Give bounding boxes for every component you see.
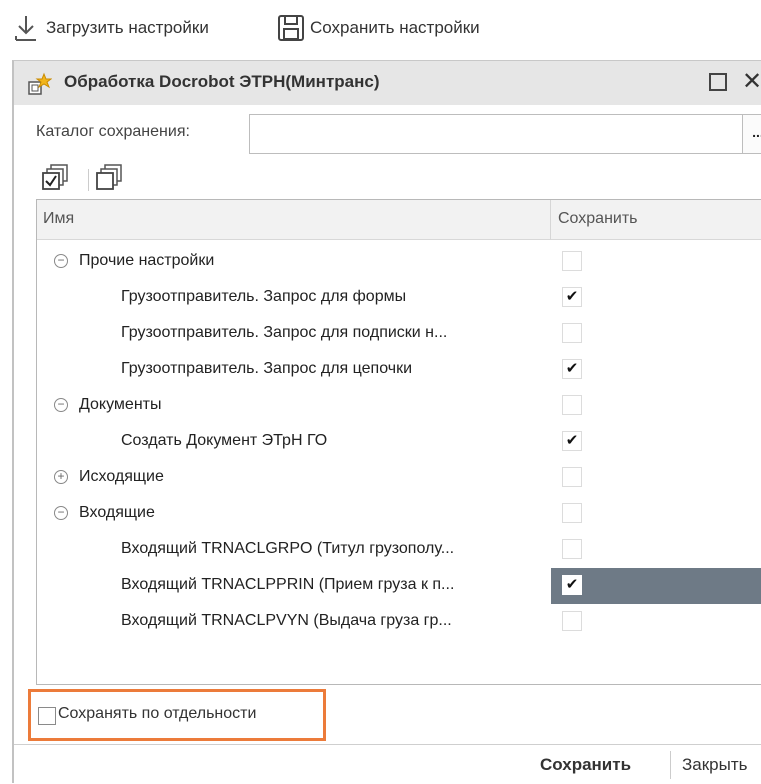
row-label: Грузоотправитель. Запрос для подписки н.…: [121, 324, 448, 341]
table-row[interactable]: Грузоотправитель. Запрос для цепочки ✔: [37, 352, 761, 388]
window-footer: Сохранить Закрыть: [14, 744, 761, 784]
catalog-select-button[interactable]: ...: [742, 114, 761, 154]
save-separately-highlight: Сохранять по отдельности: [28, 689, 326, 741]
save-settings-button[interactable]: Сохранить настройки: [276, 14, 480, 42]
uncheck-all-icon[interactable]: [96, 163, 126, 198]
save-checkbox[interactable]: ✔: [562, 575, 582, 595]
collapse-icon[interactable]: −: [54, 254, 68, 268]
row-label: Создать Документ ЭТрН ГО: [121, 432, 328, 449]
save-settings-label: Сохранить настройки: [310, 18, 480, 37]
save-checkbox[interactable]: [562, 503, 582, 523]
floppy-disk-icon: [278, 15, 304, 41]
maximize-button[interactable]: [709, 73, 727, 91]
window-title: Обработка Docrobot ЭТРН(Минтранс): [64, 72, 380, 91]
settings-tree-table[interactable]: Имя Сохранить − Прочие настройки Грузоотпр…: [36, 199, 761, 685]
selected-cell: [551, 568, 761, 604]
table-row[interactable]: − Документы: [37, 388, 761, 424]
expand-icon[interactable]: +: [54, 470, 68, 484]
processing-window: Обработка Docrobot ЭТРН(Минтранс) ✕ Ката…: [12, 60, 761, 784]
collapse-icon[interactable]: −: [54, 506, 68, 520]
toolbar-divider: [88, 169, 89, 191]
save-checkbox[interactable]: [562, 251, 582, 271]
close-window-icon[interactable]: ✕: [742, 67, 761, 96]
row-label: Грузоотправитель. Запрос для цепочки: [121, 360, 413, 377]
download-icon: [15, 16, 36, 41]
save-button[interactable]: Сохранить: [540, 755, 631, 775]
table-row[interactable]: Входящий TRNACLGRPO (Титул грузополу...: [37, 532, 761, 568]
column-divider: [550, 200, 551, 240]
row-label: Прочие настройки: [79, 252, 215, 269]
table-row[interactable]: Входящий TRNACLPPRIN (Прием груза к п...…: [37, 568, 761, 604]
table-row[interactable]: Грузоотправитель. Запрос для подписки н.…: [37, 316, 761, 352]
command-bar: Загрузить настройки Сохранить настройки: [0, 0, 761, 52]
table-header: Имя Сохранить: [37, 200, 761, 240]
row-label: Входящий TRNACLPVYN (Выдача груза гр...: [121, 612, 452, 629]
row-label: Входящий TRNACLPPRIN (Прием груза к п...: [121, 576, 455, 593]
row-label: Исходящие: [79, 468, 164, 485]
save-checkbox[interactable]: [562, 395, 582, 415]
save-separately-label[interactable]: Сохранять по отдельности: [58, 705, 256, 723]
load-settings-button[interactable]: Загрузить настройки: [14, 14, 209, 42]
row-label: Входящие: [79, 504, 155, 521]
save-separately-checkbox[interactable]: [38, 707, 56, 725]
table-row[interactable]: Входящий TRNACLPVYN (Выдача груза гр...: [37, 604, 761, 640]
row-label: Документы: [79, 396, 162, 413]
table-row[interactable]: + Исходящие: [37, 460, 761, 496]
save-checkbox[interactable]: ✔: [562, 287, 582, 307]
collapse-icon[interactable]: −: [54, 398, 68, 412]
footer-divider: [670, 751, 671, 779]
load-settings-label: Загрузить настройки: [46, 18, 209, 37]
table-row[interactable]: − Входящие: [37, 496, 761, 532]
column-save-header[interactable]: Сохранить: [558, 210, 638, 228]
column-name-header[interactable]: Имя: [43, 210, 74, 228]
check-all-icon[interactable]: [42, 163, 72, 198]
save-checkbox[interactable]: [562, 611, 582, 631]
table-row[interactable]: − Прочие настройки: [37, 244, 761, 280]
catalog-input[interactable]: [249, 114, 743, 154]
save-checkbox[interactable]: ✔: [562, 431, 582, 451]
row-label: Грузоотправитель. Запрос для формы: [121, 288, 407, 305]
save-checkbox[interactable]: ✔: [562, 359, 582, 379]
save-checkbox[interactable]: [562, 467, 582, 487]
catalog-label: Каталог сохранения:: [36, 123, 190, 140]
save-checkbox[interactable]: [562, 539, 582, 559]
close-button[interactable]: Закрыть: [682, 755, 747, 775]
data-processor-icon: [28, 72, 52, 95]
table-row[interactable]: Создать Документ ЭТрН ГО ✔: [37, 424, 761, 460]
window-title-bar: Обработка Docrobot ЭТРН(Минтранс) ✕: [14, 61, 761, 105]
save-checkbox[interactable]: [562, 323, 582, 343]
table-row[interactable]: Грузоотправитель. Запрос для формы ✔: [37, 280, 761, 316]
row-label: Входящий TRNACLGRPO (Титул грузополу...: [121, 540, 455, 557]
